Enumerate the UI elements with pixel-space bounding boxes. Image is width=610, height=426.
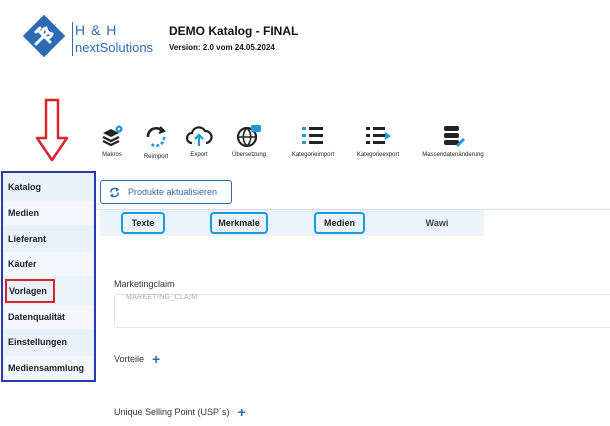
vorteile-label: Vorteile [114, 354, 145, 364]
list-export-icon [366, 127, 391, 144]
toolbar-reimport-button[interactable]: Reimport [138, 124, 174, 160]
vorteile-section: Vorteile + [114, 352, 160, 366]
sidebar-item-datenqualitaet[interactable]: Datenqualität [5, 305, 92, 329]
usp-label: Unique Selling Point (USP´s) [114, 407, 230, 417]
sidebar-item-medien[interactable]: Medien [5, 201, 92, 225]
toolbar-label: Übersetzung [231, 152, 267, 158]
toolbar-kategorieimport-button[interactable]: Kategorieimport [286, 124, 340, 158]
list-import-icon [302, 127, 323, 144]
refresh-products-label: Produkte aktualisieren [128, 187, 218, 197]
toolbar-uebersetzung-button[interactable]: Übersetzung [226, 124, 272, 158]
add-vorteil-plus-icon[interactable]: + [152, 352, 160, 366]
sidebar-item-vorlagen[interactable]: Vorlagen [5, 279, 55, 303]
app-window: H & H nextSolutions DEMO Katalog - FINAL… [0, 0, 610, 426]
toolbar-label: Massendatenänderung [422, 152, 484, 158]
toolbar-label: Kategorieexport [356, 152, 400, 158]
sidebar-item-einstellungen[interactable]: Einstellungen [5, 330, 92, 354]
refresh-icon [109, 186, 120, 198]
toolbar-makros-button[interactable]: Makros [96, 124, 128, 158]
add-usp-plus-icon[interactable]: + [238, 405, 246, 419]
refresh-products-button[interactable]: Produkte aktualisieren [100, 180, 232, 204]
tab-texte[interactable]: Texte [121, 212, 165, 234]
logo-line1: H & H [75, 22, 118, 38]
sidebar-item-mediensammlung[interactable]: Mediensammlung [5, 356, 92, 380]
layers-gear-icon [102, 125, 123, 147]
marketingclaim-label: Marketingclaim [114, 279, 175, 289]
red-arrow-annotation-icon [35, 98, 69, 162]
sidebar-item-katalog[interactable]: Katalog [5, 175, 92, 199]
tab-wawi[interactable]: Wawi [415, 212, 459, 234]
toolbar-massendatenaenderung-button[interactable]: Massendatenänderung [418, 124, 488, 158]
marketingclaim-placeholder: MARKETING_CLAIM [126, 294, 198, 301]
tab-merkmale[interactable]: Merkmale [210, 212, 268, 234]
sidebar-item-kaeufer[interactable]: Käufer [5, 252, 92, 276]
toolbar-export-button[interactable]: Export [184, 124, 214, 158]
app-version: Version: 2.0 vom 24.05.2024 [169, 43, 275, 52]
toolbar-label: Export [190, 152, 208, 158]
company-logo: H & H nextSolutions [18, 10, 158, 62]
sidebar-item-lieferant[interactable]: Lieferant [5, 227, 92, 251]
usp-section: Unique Selling Point (USP´s) + [114, 405, 246, 419]
database-edit-icon [444, 126, 465, 147]
refresh-icon [146, 126, 166, 148]
app-title: DEMO Katalog - FINAL [169, 24, 299, 38]
toolbar-label: Makros [102, 152, 122, 158]
tab-medien[interactable]: Medien [314, 212, 365, 234]
logo-separator [72, 22, 73, 56]
toolbar-kategorieexport-button[interactable]: Kategorieexport [350, 124, 406, 158]
globe-chat-icon [236, 125, 261, 148]
toolbar-label: Reimport [143, 154, 169, 160]
toolbar-label: Kategorieimport [291, 152, 335, 158]
logo-line2: nextSolutions [75, 40, 154, 55]
cloud-upload-icon [185, 126, 213, 146]
tools-logo-icon [22, 14, 66, 58]
sidebar: Katalog Medien Lieferant Käufer Vorlagen… [1, 171, 96, 382]
